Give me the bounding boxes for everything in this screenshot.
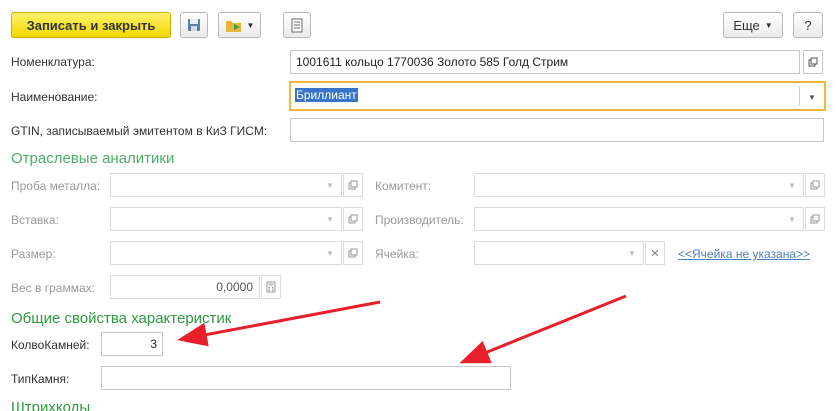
red-arrow-stone-type xyxy=(459,294,627,364)
red-arrow-stones xyxy=(177,300,381,347)
annotation-arrows xyxy=(177,294,627,364)
